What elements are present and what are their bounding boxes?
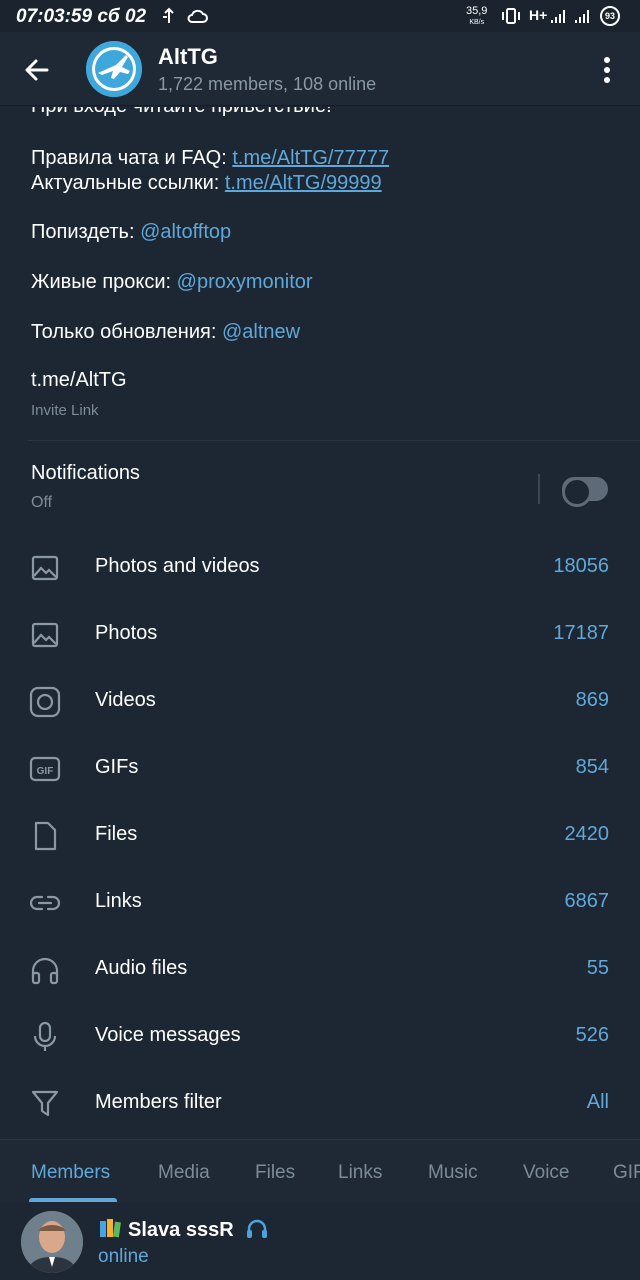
tab-gif[interactable]: GIF: [613, 1162, 640, 1184]
media-label: Audio files: [95, 957, 188, 979]
media-label: Members filter: [95, 1091, 222, 1113]
photo-video-icon: [28, 551, 62, 585]
jet-logo-icon: [86, 41, 142, 97]
tab-music[interactable]: Music: [428, 1162, 478, 1184]
media-label: Photos: [95, 622, 158, 644]
signal-icon: [550, 7, 570, 29]
section-divider: [28, 440, 640, 441]
media-row-voice-messages[interactable]: Voice messages 526: [0, 1003, 640, 1070]
media-row-links[interactable]: Links 6867: [0, 869, 640, 936]
media-label: Videos: [95, 689, 156, 711]
chat-avatar[interactable]: [86, 41, 142, 97]
description-rules: Правила чата и FAQ: t.me/AltTG/77777: [31, 147, 390, 169]
chat-member-count: 1,722 members, 108 online: [158, 74, 377, 94]
person-photo-icon: [21, 1211, 83, 1273]
headphones-emoji-icon: [245, 1217, 269, 1245]
books-emoji-icon: [98, 1217, 122, 1245]
media-row-videos[interactable]: Videos 869: [0, 668, 640, 735]
description-updates: Только обновления: @altnew: [31, 321, 301, 343]
media-count: 18056: [553, 555, 609, 577]
media-count: 6867: [564, 890, 610, 912]
arrow-left-icon: [25, 59, 49, 81]
tab-files[interactable]: Files: [255, 1162, 295, 1184]
file-icon: [28, 819, 62, 853]
video-icon: [28, 685, 62, 719]
notifications-status: Off: [31, 494, 53, 511]
proxy-link[interactable]: @proxymonitor: [177, 271, 313, 293]
link-icon: [28, 886, 62, 920]
media-count: All: [586, 1091, 609, 1113]
more-vertical-icon: [604, 57, 610, 83]
invite-link-label: Invite Link: [31, 402, 99, 419]
filter-icon: [28, 1087, 62, 1121]
status-time: 07:03:59 сб 02: [16, 6, 147, 27]
battery-indicator: 93: [600, 6, 620, 26]
member-name: Slava sssR: [98, 1217, 269, 1245]
invite-link[interactable]: t.me/AltTG: [31, 369, 127, 392]
microphone-icon: [28, 1020, 62, 1054]
media-row-members-filter[interactable]: Members filter All: [0, 1070, 640, 1137]
media-count: 526: [575, 1024, 609, 1046]
cloud-icon: [186, 7, 208, 29]
notifications-toggle[interactable]: [562, 477, 608, 507]
status-bar: 07:03:59 сб 02 35,9 KB/s H+ 93: [0, 0, 640, 32]
description-partial-line: При входе читайте приветствие!: [31, 107, 332, 118]
tab-voice[interactable]: Voice: [523, 1162, 569, 1184]
media-label: Links: [95, 890, 142, 912]
media-row-photos-and-videos[interactable]: Photos and videos 18056: [0, 534, 640, 601]
chat-title[interactable]: AltTG: [158, 44, 218, 70]
photo-icon: [28, 618, 62, 652]
rules-link[interactable]: t.me/AltTG/77777: [232, 147, 389, 169]
more-menu-button[interactable]: [592, 52, 622, 88]
member-list-item[interactable]: Slava sssR online: [0, 1203, 640, 1280]
tab-members[interactable]: Members: [31, 1162, 110, 1184]
gif-icon: GIF: [28, 752, 62, 786]
media-count: 2420: [564, 823, 610, 845]
tab-links[interactable]: Links: [338, 1162, 382, 1184]
media-count: 17187: [553, 622, 609, 644]
media-label: GIFs: [95, 756, 139, 778]
description-links: Актуальные ссылки: t.me/AltTG/99999: [31, 172, 382, 194]
data-transfer-icon: [160, 7, 178, 29]
network-type: H+: [529, 7, 548, 23]
active-tab-indicator: [29, 1198, 117, 1202]
shared-media-tabs: Members Media Files Links Music Voice GI…: [0, 1139, 640, 1203]
media-label: Photos and videos: [95, 555, 260, 577]
chat-header: AltTG 1,722 members, 108 online: [0, 32, 640, 106]
description-proxy: Живые прокси: @proxymonitor: [31, 271, 313, 293]
back-button[interactable]: [18, 50, 58, 90]
vibrate-icon: [500, 7, 522, 29]
member-avatar[interactable]: [21, 1211, 83, 1273]
media-row-files[interactable]: Files 2420: [0, 802, 640, 869]
notifications-label: Notifications: [31, 462, 140, 484]
offtop-link[interactable]: @altofftop: [140, 221, 231, 243]
media-label: Files: [95, 823, 138, 845]
media-count: 854: [575, 756, 609, 778]
media-count: 55: [586, 957, 609, 979]
member-status: online: [98, 1246, 149, 1267]
media-row-gifs[interactable]: GIF GIFs 854: [0, 735, 640, 802]
headphones-icon: [28, 953, 62, 987]
notifications-separator: [538, 474, 540, 504]
media-row-photos[interactable]: Photos 17187: [0, 601, 640, 668]
media-row-audio-files[interactable]: Audio files 55: [0, 936, 640, 1003]
actual-links-link[interactable]: t.me/AltTG/99999: [225, 172, 382, 194]
signal-icon-2: [574, 7, 594, 29]
svg-text:GIF: GIF: [37, 766, 54, 777]
media-count: 869: [575, 689, 609, 711]
description-offtop: Попиздеть: @altofftop: [31, 221, 232, 243]
media-label: Voice messages: [95, 1024, 241, 1046]
tab-media[interactable]: Media: [158, 1162, 210, 1184]
updates-link[interactable]: @altnew: [222, 321, 300, 343]
network-speed: 35,9 KB/s: [466, 5, 488, 27]
